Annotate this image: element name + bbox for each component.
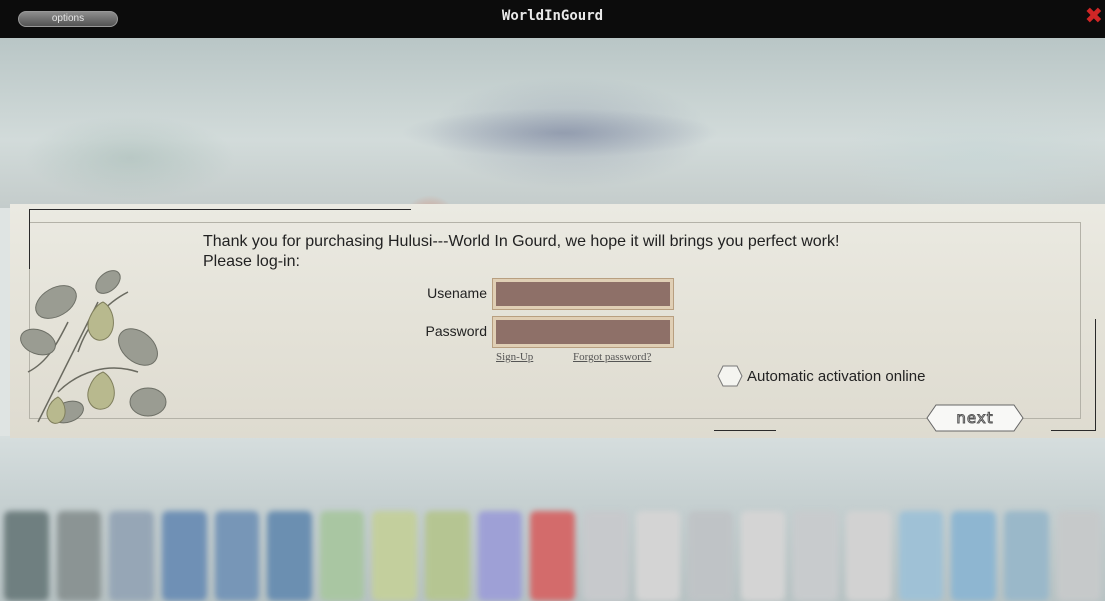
blurred-key bbox=[951, 511, 996, 601]
frame-line-bottom-mid bbox=[714, 430, 776, 431]
next-button[interactable]: next bbox=[926, 404, 1024, 432]
blurred-key bbox=[793, 511, 838, 601]
blurred-key bbox=[109, 511, 154, 601]
blurred-key bbox=[846, 511, 891, 601]
blurred-key bbox=[425, 511, 470, 601]
intro-text: Thank you for purchasing Hulusi---World … bbox=[203, 232, 839, 272]
blurred-key bbox=[214, 511, 260, 601]
next-button-label: next bbox=[956, 409, 994, 428]
intro-line-2: Please log-in: bbox=[203, 253, 300, 270]
username-label: Usename bbox=[427, 285, 487, 301]
sign-up-link[interactable]: Sign-Up bbox=[496, 351, 533, 363]
window-title: WorldInGourd bbox=[501, 8, 604, 24]
close-icon[interactable]: ✖ bbox=[1085, 6, 1103, 28]
blurred-key bbox=[319, 511, 365, 601]
title-bar: options WorldInGourd ✖ bbox=[0, 0, 1105, 38]
frame-line-bottom-right bbox=[1051, 430, 1096, 431]
blurred-key bbox=[4, 511, 49, 601]
gourd-plant-illustration bbox=[20, 270, 167, 424]
frame-line-left bbox=[29, 209, 30, 269]
blurred-keyboard bbox=[0, 511, 1105, 601]
username-input[interactable] bbox=[492, 278, 674, 310]
forgot-password-link[interactable]: Forgot password? bbox=[573, 351, 651, 363]
blurred-background-top bbox=[0, 38, 1105, 208]
blurred-key bbox=[1056, 511, 1102, 601]
auto-activation-label: Automatic activation online bbox=[747, 367, 926, 385]
blurred-key bbox=[898, 511, 944, 601]
blurred-key bbox=[267, 511, 312, 601]
blurred-key bbox=[635, 511, 681, 601]
password-input[interactable] bbox=[492, 316, 674, 348]
auto-activation-option[interactable]: Automatic activation online bbox=[717, 364, 925, 388]
blurred-key bbox=[161, 511, 207, 601]
frame-line-right bbox=[1095, 319, 1096, 431]
blurred-key bbox=[530, 511, 575, 601]
blurred-key bbox=[688, 511, 733, 601]
blurred-key bbox=[1003, 511, 1049, 601]
blurred-logo bbox=[400, 108, 720, 158]
blurred-key bbox=[582, 511, 628, 601]
blurred-key bbox=[477, 511, 523, 601]
blurred-key bbox=[740, 511, 786, 601]
intro-line-1: Thank you for purchasing Hulusi---World … bbox=[203, 233, 840, 250]
password-label: Password bbox=[425, 323, 487, 339]
frame-line-top bbox=[29, 209, 411, 210]
auto-activation-checkbox[interactable] bbox=[717, 365, 743, 387]
blurred-key bbox=[372, 511, 417, 601]
blurred-key bbox=[56, 511, 102, 601]
